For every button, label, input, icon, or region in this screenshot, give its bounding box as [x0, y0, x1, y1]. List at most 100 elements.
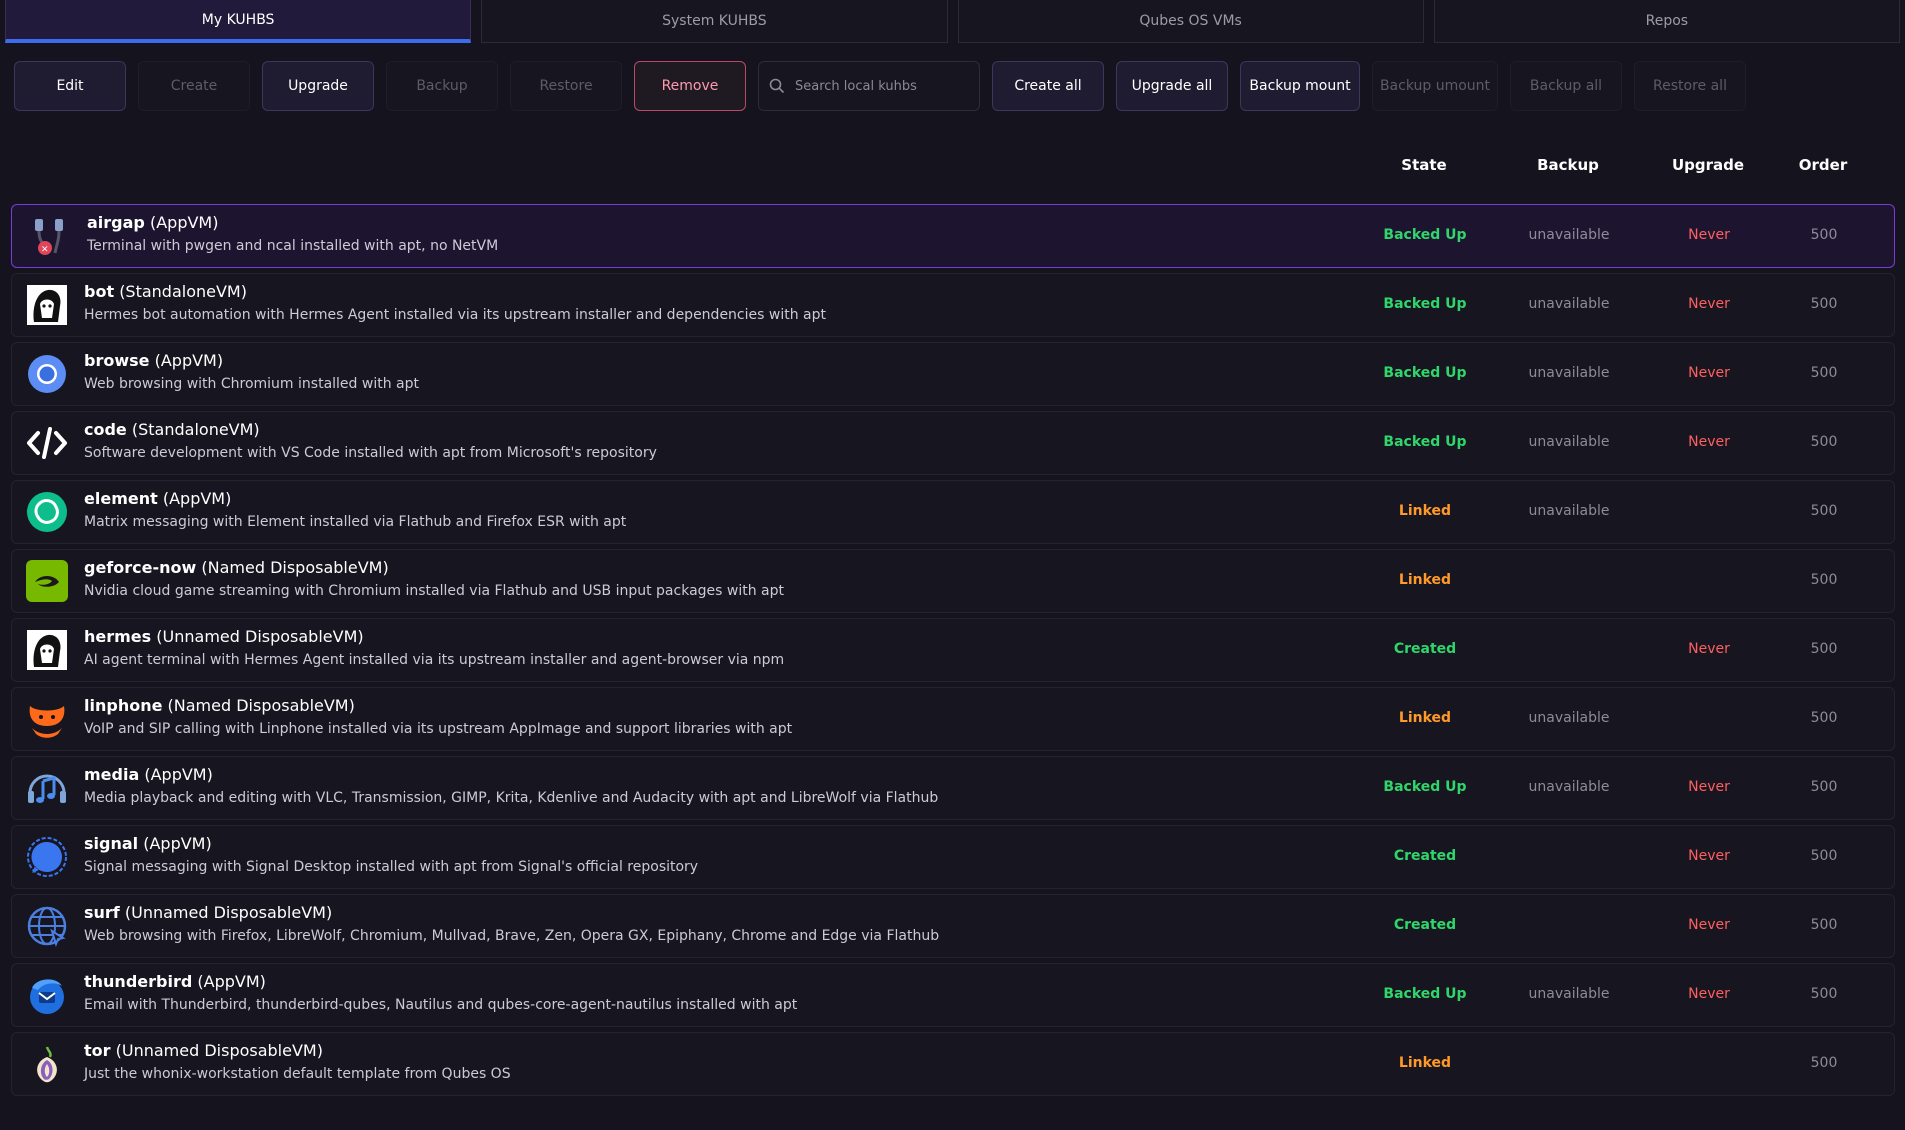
create-button[interactable]: Create [138, 61, 250, 111]
upgrade-value: Never [1688, 986, 1730, 1002]
item-type: (AppVM) [162, 489, 232, 508]
backup-value: unavailable [1528, 365, 1610, 381]
item-name: surf [84, 903, 120, 922]
item-name: airgap [87, 213, 145, 232]
music-icon [28, 774, 66, 803]
airgap-icon: ✕ [35, 219, 63, 255]
item-type: (Unnamed DisposableVM) [156, 627, 364, 646]
search-input[interactable] [793, 77, 967, 95]
state-value: Linked [1398, 1055, 1452, 1071]
list-item[interactable]: code (StandaloneVM) Software development… [11, 411, 1895, 475]
upgrade-value: Never [1688, 434, 1730, 450]
item-description: Hermes bot automation with Hermes Agent … [84, 307, 826, 323]
upgrade-all-button[interactable]: Upgrade all [1116, 61, 1228, 111]
item-type: (StandaloneVM) [131, 420, 260, 439]
backup-value: unavailable [1528, 503, 1610, 519]
backup-value: unavailable [1528, 227, 1610, 243]
upgrade-value: Never [1688, 848, 1730, 864]
item-name: code [84, 420, 127, 439]
element-icon [27, 492, 67, 532]
restore-all-button[interactable]: Restore all [1634, 61, 1746, 111]
edit-button[interactable]: Edit [14, 61, 126, 111]
list-item[interactable]: surf (Unnamed DisposableVM) Web browsing… [11, 894, 1895, 958]
item-description: Terminal with pwgen and ncal installed w… [87, 238, 499, 254]
backup-value: unavailable [1528, 710, 1610, 726]
item-name: tor [84, 1041, 111, 1060]
backup-all-button[interactable]: Backup all [1510, 61, 1622, 111]
item-title: media (AppVM) [84, 765, 213, 784]
backup-value: unavailable [1528, 986, 1610, 1002]
item-type: (AppVM) [144, 765, 213, 784]
tab-qubes-os-vms[interactable]: Qubes OS VMs [957, 0, 1424, 43]
upgrade-value: Never [1688, 296, 1730, 312]
order-value: 500 [1810, 1055, 1838, 1071]
order-value: 500 [1810, 296, 1838, 312]
item-title: element (AppVM) [84, 489, 231, 508]
item-description: Nvidia cloud game streaming with Chromiu… [84, 583, 784, 599]
state-value: Linked [1398, 503, 1452, 519]
remove-button[interactable]: Remove [634, 61, 746, 111]
column-header-order[interactable]: Order [1778, 156, 1868, 178]
item-title: browse (AppVM) [84, 351, 223, 370]
item-title: linphone (Named DisposableVM) [84, 696, 355, 715]
restore-button[interactable]: Restore [510, 61, 622, 111]
list-item[interactable]: thunderbird (AppVM) Email with Thunderbi… [11, 963, 1895, 1027]
svg-text:✕: ✕ [41, 245, 49, 255]
order-value: 500 [1810, 917, 1838, 933]
item-name: signal [84, 834, 139, 853]
list-item[interactable]: tor (Unnamed DisposableVM) Just the whon… [11, 1032, 1895, 1096]
column-header-backup[interactable]: Backup [1498, 156, 1638, 178]
tab-bar: My KUHBS System KUHBS Qubes OS VMs Repos [5, 0, 1900, 44]
linphone-icon [29, 706, 65, 738]
list-item[interactable]: browse (AppVM) Web browsing with Chromiu… [11, 342, 1895, 406]
item-type: (Named DisposableVM) [201, 558, 389, 577]
create-all-button[interactable]: Create all [992, 61, 1104, 111]
state-value: Created [1393, 641, 1457, 657]
column-header-state[interactable]: State [1354, 156, 1494, 178]
item-title: thunderbird (AppVM) [84, 972, 266, 991]
state-value: Created [1393, 917, 1457, 933]
tab-system-kuhbs[interactable]: System KUHBS [481, 0, 948, 43]
backup-umount-button[interactable]: Backup umount [1372, 61, 1498, 111]
backup-mount-button[interactable]: Backup mount [1240, 61, 1360, 111]
list-item[interactable]: ✕ airgap (AppVM) Terminal with pwgen and… [11, 204, 1895, 268]
list-item[interactable]: media (AppVM) Media playback and editing… [11, 756, 1895, 820]
item-title: tor (Unnamed DisposableVM) [84, 1041, 323, 1060]
column-header-upgrade[interactable]: Upgrade [1638, 156, 1778, 178]
list-item[interactable]: hermes (Unnamed DisposableVM) AI agent t… [11, 618, 1895, 682]
list-item[interactable]: geforce-now (Named DisposableVM) Nvidia … [11, 549, 1895, 613]
item-title: surf (Unnamed DisposableVM) [84, 903, 332, 922]
item-name: geforce-now [84, 558, 197, 577]
item-type: (Unnamed DisposableVM) [115, 1041, 323, 1060]
list-item[interactable]: linphone (Named DisposableVM) VoIP and S… [11, 687, 1895, 751]
order-value: 500 [1810, 503, 1838, 519]
search-box[interactable] [758, 61, 980, 111]
tab-my-kuhbs[interactable]: My KUHBS [5, 0, 472, 43]
tab-repos[interactable]: Repos [1433, 0, 1900, 43]
item-description: VoIP and SIP calling with Linphone insta… [84, 721, 793, 737]
list-item[interactable]: element (AppVM) Matrix messaging with El… [11, 480, 1895, 544]
item-description: Web browsing with Firefox, LibreWolf, Ch… [84, 928, 940, 944]
chromium-icon [28, 355, 66, 393]
backup-button[interactable]: Backup [386, 61, 498, 111]
item-description: Web browsing with Chromium installed wit… [84, 376, 419, 392]
state-value: Backed Up [1383, 296, 1467, 312]
state-value: Created [1393, 848, 1457, 864]
item-name: element [84, 489, 158, 508]
list-item[interactable]: signal (AppVM) Signal messaging with Sig… [11, 825, 1895, 889]
globe-icon [27, 906, 67, 947]
item-description: AI agent terminal with Hermes Agent inst… [84, 652, 785, 668]
order-value: 500 [1810, 365, 1838, 381]
order-value: 500 [1810, 710, 1838, 726]
item-description: Media playback and editing with VLC, Tra… [84, 790, 939, 806]
state-value: Backed Up [1383, 227, 1467, 243]
state-value: Backed Up [1383, 434, 1467, 450]
item-title: geforce-now (Named DisposableVM) [84, 558, 389, 577]
upgrade-button[interactable]: Upgrade [262, 61, 374, 111]
hermes-icon [27, 630, 67, 670]
item-name: bot [84, 282, 115, 301]
order-value: 500 [1810, 848, 1838, 864]
item-title: code (StandaloneVM) [84, 420, 260, 439]
signal-icon [27, 837, 67, 877]
list-item[interactable]: bot (StandaloneVM) Hermes bot automation… [11, 273, 1895, 337]
